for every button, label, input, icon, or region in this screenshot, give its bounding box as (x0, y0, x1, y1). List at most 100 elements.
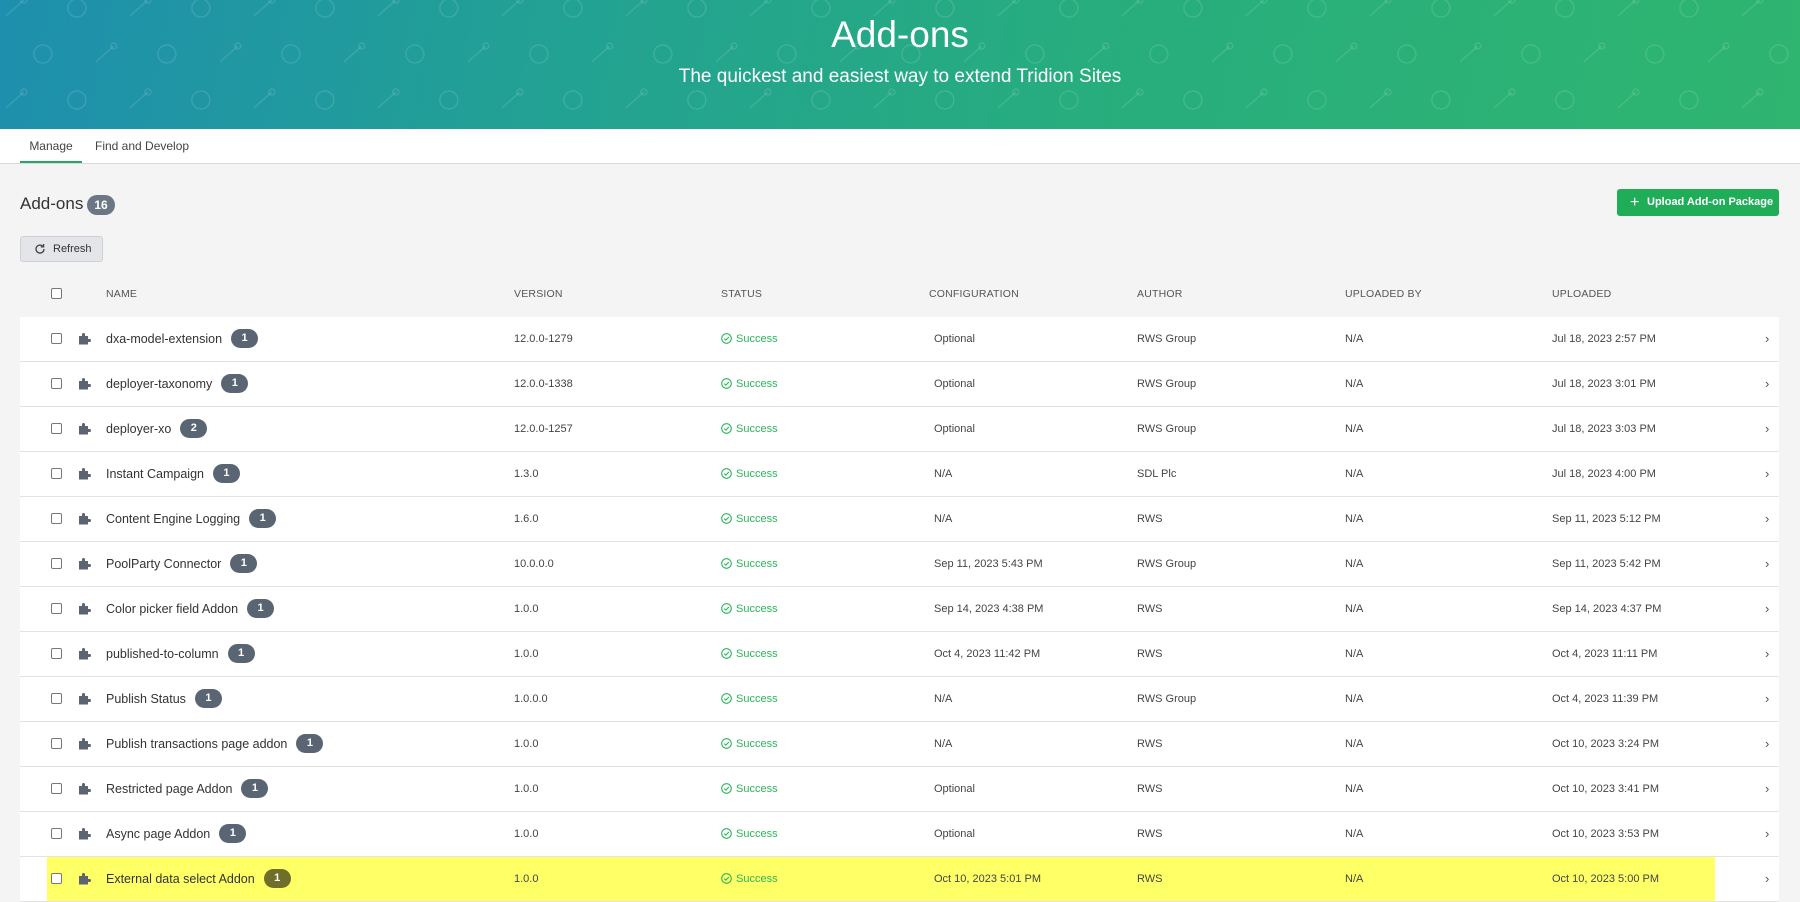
puzzle-piece-icon (79, 648, 91, 660)
chevron-right-icon[interactable]: › (1765, 407, 1769, 451)
check-circle-icon (721, 558, 732, 569)
chevron-right-icon[interactable]: › (1765, 812, 1769, 856)
row-checkbox[interactable] (51, 423, 62, 434)
addon-name: dxa-model-extension 1 (106, 317, 259, 361)
addon-status: Success (721, 362, 778, 406)
addon-uploaded-by: N/A (1345, 783, 1364, 795)
column-header-author[interactable]: AUTHOR (1137, 278, 1183, 310)
row-checkbox[interactable] (51, 468, 62, 479)
table-row[interactable]: Content Engine Logging 1 1.6.0 Success N/A RW… (20, 497, 1779, 542)
row-checkbox[interactable] (51, 558, 62, 569)
addon-uploaded-date: Sep 11, 2023 5:12 PM (1552, 513, 1661, 525)
table-row[interactable]: deployer-xo 2 12.0.0-1257 Success Optional RW… (20, 407, 1779, 452)
addon-author: RWS Group (1137, 378, 1197, 390)
addon-author: RWS (1137, 873, 1163, 885)
chevron-right-icon[interactable]: › (1765, 857, 1769, 901)
addon-uploaded-by: N/A (1345, 828, 1364, 840)
addon-name: Publish Status 1 (106, 677, 222, 721)
chevron-right-icon[interactable]: › (1765, 677, 1769, 721)
upload-addon-package-button[interactable]: + Upload Add-on Package (1617, 189, 1779, 216)
row-checkbox[interactable] (51, 828, 62, 839)
row-checkbox[interactable] (51, 738, 62, 749)
table-row[interactable]: Publish Status 1 1.0.0.0 Success N/A RWS Grou… (20, 677, 1779, 722)
column-header-uploaded-by[interactable]: UPLOADED BY (1345, 278, 1422, 310)
addon-item-count-badge: 1 (219, 824, 247, 844)
row-checkbox[interactable] (51, 513, 62, 524)
addon-name: Instant Campaign 1 (106, 452, 240, 496)
row-checkbox[interactable] (51, 378, 62, 389)
puzzle-piece-icon (79, 828, 91, 840)
addon-name: Content Engine Logging 1 (106, 497, 277, 541)
check-circle-icon (721, 738, 732, 749)
table-row[interactable]: published-to-column 1 1.0.0 Success Oct 4, 2… (20, 632, 1779, 677)
addon-item-count-badge: 1 (296, 734, 324, 754)
addon-uploaded-date: Oct 10, 2023 3:24 PM (1552, 738, 1660, 750)
chevron-right-icon[interactable]: › (1765, 722, 1769, 766)
column-header-configuration[interactable]: CONFIGURATION (929, 278, 1019, 310)
table-row[interactable]: PoolParty Connector 1 10.0.0.0 Success Sep 1… (20, 542, 1779, 587)
addon-name-text: Publish transactions page addon (106, 737, 288, 751)
table-row[interactable]: dxa-model-extension 1 12.0.0-1279 Success Op… (20, 317, 1779, 362)
chevron-right-icon[interactable]: › (1765, 632, 1769, 676)
page-title: Add-ons (831, 14, 969, 55)
select-all-checkbox[interactable] (51, 288, 62, 299)
addon-name-text: published-to-column (106, 647, 219, 661)
chevron-right-icon[interactable]: › (1765, 587, 1769, 631)
tab-find-and-develop[interactable]: Find and Develop (95, 129, 189, 163)
addon-version: 1.0.0 (514, 873, 539, 885)
puzzle-piece-icon (79, 783, 91, 795)
table-row[interactable]: Publish transactions page addon 1 1.0.0 Suc… (20, 722, 1779, 767)
row-checkbox[interactable] (51, 873, 62, 884)
chevron-right-icon[interactable]: › (1765, 542, 1769, 586)
addon-name: Publish transactions page addon 1 (106, 722, 324, 766)
row-checkbox[interactable] (51, 783, 62, 794)
table-row[interactable]: deployer-taxonomy 1 12.0.0-1338 Success Opti… (20, 362, 1779, 407)
check-circle-icon (721, 333, 732, 344)
chevron-right-icon[interactable]: › (1765, 362, 1769, 406)
row-checkbox[interactable] (51, 648, 62, 659)
addon-uploaded-date: Oct 4, 2023 11:39 PM (1552, 693, 1659, 705)
column-header-status[interactable]: STATUS (721, 278, 762, 310)
refresh-button[interactable]: Refresh (20, 236, 103, 262)
addon-item-count-badge: 2 (180, 419, 208, 439)
addon-author: RWS Group (1137, 333, 1197, 345)
addon-item-count-badge: 1 (227, 644, 255, 664)
addon-uploaded-by: N/A (1345, 648, 1364, 660)
addon-uploaded-date: Jul 18, 2023 3:01 PM (1552, 378, 1656, 390)
addon-uploaded-by: N/A (1345, 603, 1364, 615)
table-row[interactable]: Color picker field Addon 1 1.0.0 Success Sep… (20, 587, 1779, 632)
tab-manage[interactable]: Manage (20, 129, 82, 163)
table-row[interactable]: Restricted page Addon 1 1.0.0 Success Option… (20, 767, 1779, 812)
addon-name: Color picker field Addon 1 (106, 587, 275, 631)
check-circle-icon (721, 873, 732, 884)
table-row[interactable]: Async page Addon 1 1.0.0 Success Optional RWS… (20, 812, 1779, 857)
addon-author: RWS (1137, 783, 1163, 795)
row-checkbox[interactable] (51, 693, 62, 704)
column-header-name[interactable]: NAME (106, 278, 137, 310)
chevron-right-icon[interactable]: › (1765, 497, 1769, 541)
addon-status: Success (721, 677, 778, 721)
addon-uploaded-date: Jul 18, 2023 2:57 PM (1552, 333, 1656, 345)
table-row[interactable]: External data select Addon 1 1.0.0 Success O… (20, 857, 1779, 902)
addon-item-count-badge: 1 (212, 464, 240, 484)
addon-status: Success (721, 722, 778, 766)
row-checkbox[interactable] (51, 603, 62, 614)
addon-uploaded-by: N/A (1345, 468, 1364, 480)
addon-count-badge: 16 (87, 195, 115, 215)
addon-configuration: N/A (934, 513, 953, 525)
addon-version: 1.6.0 (514, 513, 539, 525)
addon-author: RWS Group (1137, 558, 1197, 570)
row-checkbox[interactable] (51, 333, 62, 344)
table-row[interactable]: Instant Campaign 1 1.3.0 Success N/A SDL Plc N… (20, 452, 1779, 497)
addon-name-text: PoolParty Connector (106, 557, 222, 571)
column-header-uploaded[interactable]: UPLOADED (1552, 278, 1611, 310)
chevron-right-icon[interactable]: › (1765, 767, 1769, 811)
addon-uploaded-date: Jul 18, 2023 3:03 PM (1552, 423, 1656, 435)
addon-version: 1.0.0 (514, 648, 539, 660)
chevron-right-icon[interactable]: › (1765, 317, 1769, 361)
addon-uploaded-by: N/A (1345, 423, 1364, 435)
row-highlight (47, 857, 1715, 901)
column-header-version[interactable]: VERSION (514, 278, 563, 310)
chevron-right-icon[interactable]: › (1765, 452, 1769, 496)
addon-status: Success (721, 767, 778, 811)
